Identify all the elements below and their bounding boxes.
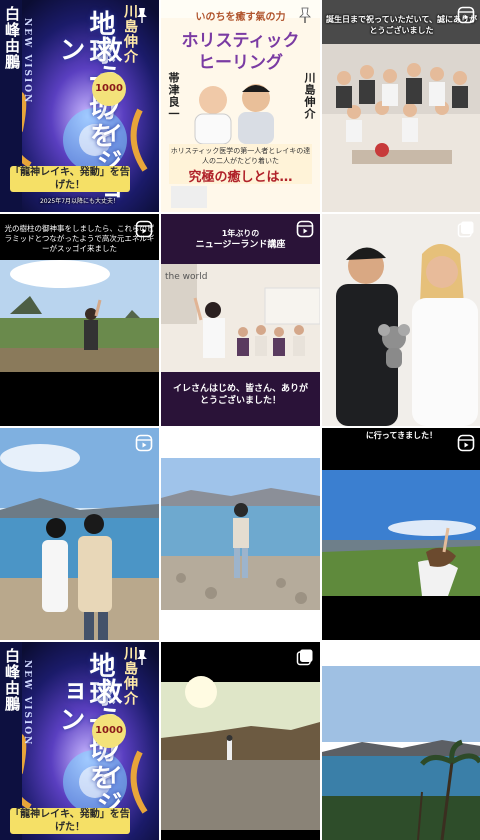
post-tile-city-view[interactable]: に行ってきました！: [322, 428, 480, 640]
post-tile-healing-book[interactable]: いのちを癒す氣の力 ホリスティック ヒーリング 帯津良一 川島伸介 ホリスティッ…: [161, 0, 320, 212]
healing-headline: 究極の癒しとは…: [188, 170, 293, 185]
healing-title-2: ヒーリング: [198, 53, 283, 73]
post-tile-nz-seminar[interactable]: 1年ぶりの ニュージーランド講座 the world イレさんはじめ、皆さん、あ…: [161, 214, 320, 426]
book-badge: 1000: [92, 72, 126, 106]
reels-icon: [457, 6, 475, 24]
post-tile-birthday-party[interactable]: 誕生日まで祝っていただいて、誠にありがとうございました: [322, 0, 480, 212]
carousel-icon: [457, 648, 475, 666]
post-tile-lake-couple[interactable]: [0, 428, 159, 640]
book2-bottom-banner: 「龍神レイキ、発動」を告げた！: [10, 808, 130, 834]
pin-icon: [296, 6, 314, 24]
reels-icon: [296, 220, 314, 238]
reels-icon: [457, 434, 475, 452]
healing-author-left: 帯津良一: [167, 72, 180, 120]
book2-author-left: 白峰由鵬: [3, 648, 21, 712]
book-series-label: NEW VISION: [22, 18, 32, 105]
book2-badge: 1000: [92, 714, 126, 748]
post-tile-cliff[interactable]: [161, 642, 320, 840]
book-tiny-text: 2025年7月以降にも大丈夫！: [39, 198, 120, 205]
post-tile-book-cover[interactable]: 白峰由鵬 川島伸介 NEW VISION 地球一切を 救うヴィジョン 1000 …: [0, 0, 159, 212]
book2-series-label: NEW VISION: [22, 660, 32, 747]
koala-photo: [322, 214, 480, 426]
cliff-photo: [161, 642, 320, 840]
ocean-photo: [322, 642, 480, 840]
reels-icon: [135, 434, 153, 452]
city-photo: [322, 428, 480, 640]
book-author-left: 白峰由鵬: [3, 6, 21, 70]
reels-icon: [296, 434, 314, 452]
reels-icon: [135, 220, 153, 238]
post-tile-book-cover-2[interactable]: 白峰由鵬 川島伸介 NEW VISION 地球一切を 救うヴィジョン 1000 …: [0, 642, 159, 840]
pin-icon: [133, 648, 151, 666]
lake-photo: [0, 428, 159, 640]
post-tile-pyramid-mountain[interactable]: 光の樹柱の御神事をしましたら、これらのピラミッドとつながったようで高次元エネルギ…: [0, 214, 159, 426]
book-bottom-banner: 「龍神レイキ、発動」を告げた！: [10, 166, 130, 192]
healing-author-right: 川島伸介: [303, 72, 316, 120]
post-tile-stone-lake[interactable]: [161, 428, 320, 640]
carousel-icon: [296, 648, 314, 666]
carousel-icon: [457, 220, 475, 238]
pin-icon: [133, 6, 151, 24]
nz-wall-text: the world: [165, 272, 208, 282]
post-tile-koala-photo[interactable]: [322, 214, 480, 426]
healing-subtitle: ホリスティック医学の第一人者とレイキの達人の二人がたどり着いた: [170, 147, 311, 165]
nz-caption-bottom: イレさんはじめ、皆さん、ありがとうございました！: [161, 380, 320, 410]
post-tile-ocean-palms[interactable]: [322, 642, 480, 840]
stone-lake-photo: [161, 428, 320, 640]
nz-caption-title: ニュージーランド講座: [195, 240, 286, 250]
